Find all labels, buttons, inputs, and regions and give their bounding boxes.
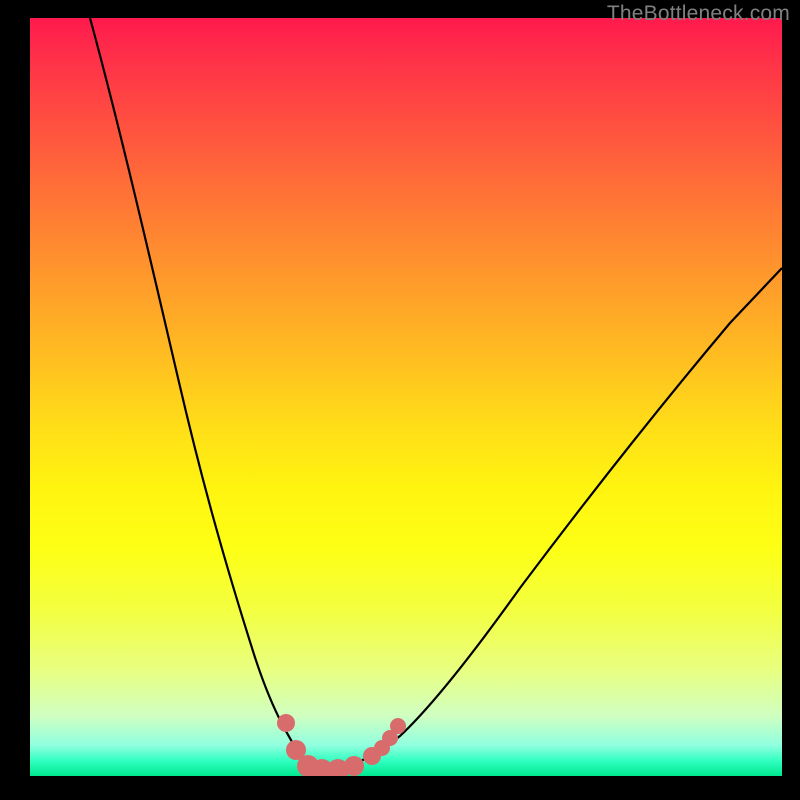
highlight-dots (277, 714, 406, 776)
watermark-text: TheBottleneck.com (607, 2, 790, 26)
chart-plot-area (30, 18, 782, 776)
bottleneck-curve (30, 18, 782, 776)
curve-path (90, 18, 782, 771)
